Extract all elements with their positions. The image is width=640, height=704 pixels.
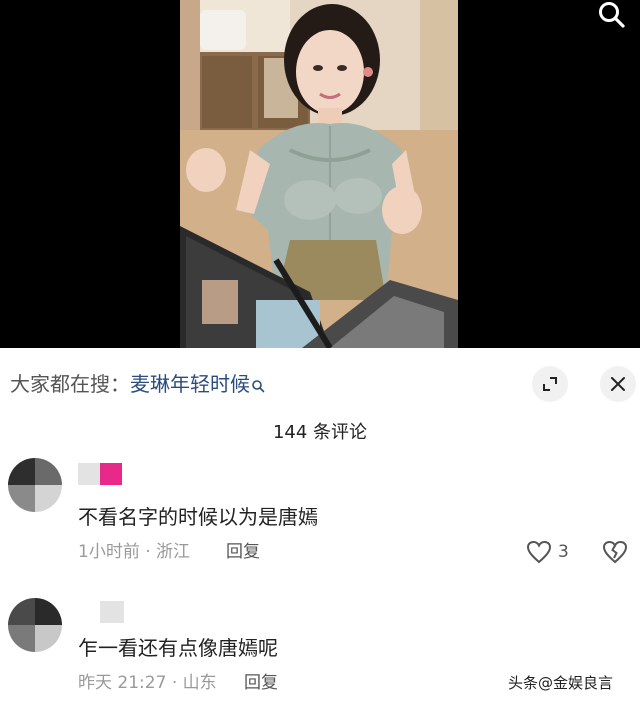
search-small-icon <box>251 372 265 400</box>
username-blurred[interactable] <box>78 463 100 485</box>
video-search-button[interactable] <box>592 0 632 30</box>
video-thumbnail-illustration <box>180 0 458 348</box>
comment-location: 浙江 <box>156 542 191 562</box>
search-icon <box>599 2 625 28</box>
like-count: 3 <box>558 542 569 562</box>
heart-icon <box>526 540 552 564</box>
username-blurred-badge <box>100 463 122 485</box>
close-icon <box>611 377 625 391</box>
reply-button[interactable]: 回复 <box>226 540 260 564</box>
comment-location: 山东 <box>182 673 217 693</box>
watermark: 头条@金娱良言 <box>508 674 614 692</box>
username-blurred[interactable] <box>100 601 124 623</box>
avatar[interactable] <box>8 598 62 652</box>
comment-time: 1小时前 <box>78 542 140 562</box>
meta-separator: · <box>145 542 151 562</box>
video-frame <box>180 0 458 348</box>
comment-text: 不看名字的时候以为是唐嫣 <box>78 505 318 529</box>
close-comments-button[interactable] <box>600 366 636 402</box>
expand-icon <box>543 377 557 391</box>
search-suggestion[interactable]: 大家都在搜：麦琳年轻时候 <box>10 370 265 400</box>
comment-count: 144 条评论 <box>272 422 368 443</box>
meta-separator: · <box>171 673 178 693</box>
broken-heart-icon <box>602 540 628 564</box>
comment-text: 乍一看还有点像唐嫣呢 <box>78 636 278 660</box>
video-player[interactable] <box>0 0 640 348</box>
like-button[interactable]: 3 <box>526 540 569 564</box>
reply-button[interactable]: 回复 <box>244 671 278 695</box>
expand-button[interactable] <box>532 366 568 402</box>
avatar[interactable] <box>8 458 62 512</box>
comment-time: 昨天 21:27 <box>78 673 167 693</box>
dislike-button[interactable] <box>602 540 628 568</box>
comment-meta: 1小时前 · 浙江 <box>78 540 190 564</box>
suggestion-query-link[interactable]: 麦琳年轻时候 <box>130 372 250 396</box>
suggestion-prefix: 大家都在搜： <box>10 372 130 396</box>
comment-meta: 昨天 21:27 · 山东 <box>78 671 217 695</box>
